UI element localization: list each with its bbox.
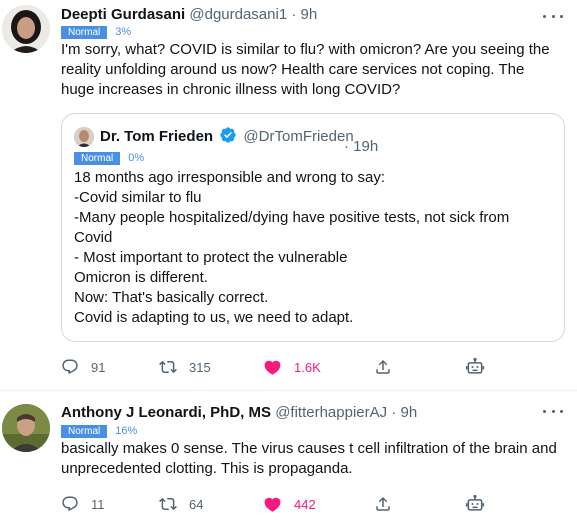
- quoted-author-handle: @DrTomFrieden: [243, 128, 354, 145]
- quoted-line: - Most important to protect the vulnerab…: [74, 249, 348, 266]
- reply-icon: [61, 358, 79, 376]
- badge-percentage: 16%: [115, 425, 138, 437]
- tweet[interactable]: Anthony J Leonardi, PhD, MS @fitterhappi…: [0, 391, 577, 526]
- tweet-text: basically makes 0 sense. The virus cause…: [61, 440, 557, 477]
- quoted-tweet[interactable]: Dr. Tom Frieden @DrTomFrieden · 19h Norm…: [61, 113, 565, 342]
- quoted-line: -Many people hospitalized/dying have pos…: [74, 209, 510, 226]
- reply-count: 91: [91, 359, 106, 375]
- reply-count: 11: [91, 496, 105, 512]
- quoted-line: Covid is adapting to us, we need to adap…: [74, 309, 354, 326]
- like-count: 442: [294, 496, 316, 512]
- classification-row: Normal 0%: [74, 151, 144, 165]
- tweet[interactable]: Deepti Gurdasani @dgurdasani1 · 9h Norma…: [0, 0, 577, 391]
- quoted-header: Dr. Tom Frieden @DrTomFrieden: [100, 126, 354, 150]
- quoted-line: Covid: [74, 229, 113, 246]
- avatar: [74, 127, 94, 147]
- reply-button[interactable]: 91: [61, 357, 105, 377]
- like-button[interactable]: 1.6K: [263, 357, 321, 377]
- bot-check-button[interactable]: [465, 357, 485, 377]
- retweet-count: 64: [189, 496, 204, 512]
- badge-percentage: 0%: [128, 152, 145, 164]
- tweet-header: Anthony J Leonardi, PhD, MS @fitterhappi…: [61, 403, 417, 423]
- share-icon: [374, 358, 392, 376]
- share-button[interactable]: [374, 357, 392, 377]
- timestamp[interactable]: 9h: [301, 6, 318, 23]
- status-badge: Normal: [74, 151, 121, 165]
- more-options-icon[interactable]: [543, 13, 563, 19]
- retweet-count: 315: [189, 359, 211, 375]
- quoted-tweet-text: 18 months ago irresponsible and wrong to…: [74, 168, 554, 328]
- timestamp[interactable]: 9h: [400, 404, 417, 421]
- reply-button[interactable]: 11: [61, 494, 105, 514]
- quoted-line: -Covid similar to flu: [74, 189, 202, 206]
- author-name[interactable]: Deepti Gurdasani: [61, 6, 185, 23]
- avatar[interactable]: [2, 5, 50, 53]
- robot-icon: [465, 494, 485, 514]
- heart-filled-icon: [263, 358, 282, 377]
- author-name[interactable]: Anthony J Leonardi, PhD, MS: [61, 404, 271, 421]
- status-badge: Normal: [61, 25, 108, 39]
- classification-row: Normal 16%: [61, 424, 137, 438]
- robot-icon: [465, 357, 485, 377]
- author-handle[interactable]: @fitterhappierAJ: [275, 404, 387, 421]
- classification-row: Normal 3%: [61, 25, 131, 39]
- avatar[interactable]: [2, 404, 50, 452]
- retweet-icon: [159, 358, 177, 376]
- verified-badge-icon: [219, 126, 237, 150]
- like-button[interactable]: 442: [263, 494, 316, 514]
- badge-percentage: 3%: [115, 26, 132, 38]
- retweet-icon: [159, 495, 177, 513]
- retweet-button[interactable]: 315: [159, 357, 211, 377]
- quoted-line: Omicron is different.: [74, 269, 208, 286]
- quoted-line: Now: That's basically correct.: [74, 289, 269, 306]
- status-badge: Normal: [61, 424, 108, 438]
- bot-check-button[interactable]: [465, 494, 485, 514]
- quoted-author-name: Dr. Tom Frieden: [100, 128, 214, 145]
- separator: ·: [291, 6, 297, 23]
- tweet-header: Deepti Gurdasani @dgurdasani1 · 9h: [61, 5, 317, 25]
- reply-icon: [61, 495, 79, 513]
- share-icon: [374, 495, 392, 513]
- tweet-text: I'm sorry, what? COVID is similar to flu…: [61, 41, 550, 98]
- like-count: 1.6K: [294, 359, 321, 375]
- action-bar: 11 64 442: [61, 494, 561, 514]
- more-options-icon[interactable]: [543, 408, 563, 414]
- share-button[interactable]: [374, 494, 392, 514]
- separator: ·: [391, 404, 397, 421]
- quoted-line: 18 months ago irresponsible and wrong to…: [74, 169, 386, 186]
- author-handle[interactable]: @dgurdasani1: [189, 6, 287, 23]
- heart-filled-icon: [263, 495, 282, 514]
- retweet-button[interactable]: 64: [159, 494, 203, 514]
- action-bar: 91 315 1.6K: [61, 357, 561, 377]
- quoted-timestamp: · 19h: [344, 138, 379, 155]
